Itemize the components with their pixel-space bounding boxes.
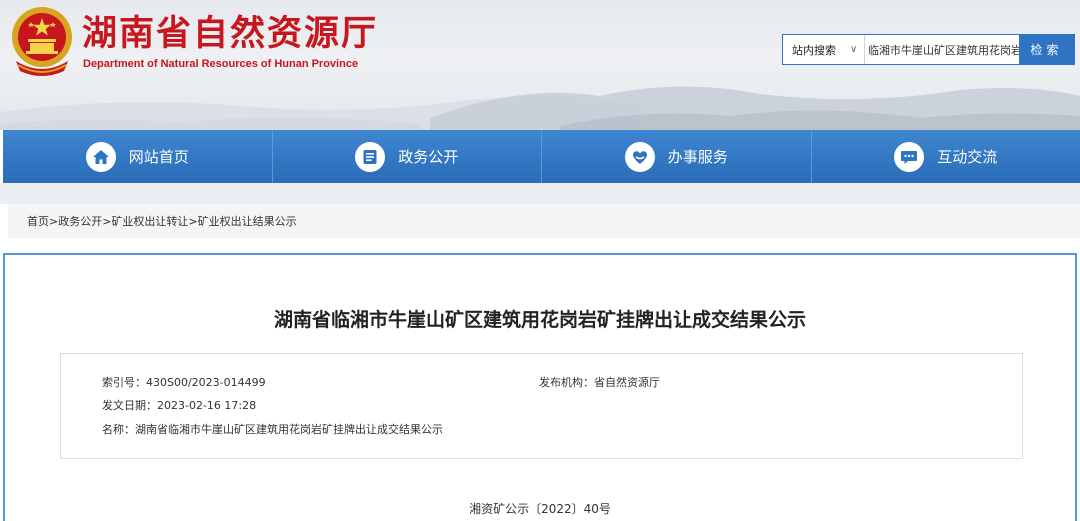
nav-item-label: 办事服务 xyxy=(667,148,728,166)
meta-name-label: 名称： xyxy=(102,423,135,436)
breadcrumb-separator: > xyxy=(102,214,112,228)
nav-item-label: 政务公开 xyxy=(398,148,459,166)
breadcrumb-separator: > xyxy=(188,214,198,228)
breadcrumb: 首页 > 政务公开 > 矿业权出让转让 > 矿业权出让结果公示 xyxy=(8,204,1080,238)
nav-item-label: 互动交流 xyxy=(937,148,998,166)
meta-date: 发文日期：2023-02-16 17:28 xyxy=(102,397,256,413)
home-icon xyxy=(85,141,116,172)
search-scope-select[interactable]: 站内搜索 ∨ xyxy=(783,35,865,64)
search-box: 站内搜索 ∨ 检索 xyxy=(782,34,1075,65)
site-header: 湖南省自然资源厅 Department of Natural Resources… xyxy=(0,0,1080,130)
breadcrumb-item-transfer-results[interactable]: 矿业权出让结果公示 xyxy=(198,213,297,229)
breadcrumb-item-government-affairs[interactable]: 政务公开 xyxy=(58,213,102,229)
nav-item-services[interactable]: 办事服务 xyxy=(542,130,812,183)
meta-index-label: 索引号： xyxy=(102,376,146,389)
meta-date-value: 2023-02-16 17:28 xyxy=(157,399,257,412)
meta-publisher: 发布机构：省自然资源厅 xyxy=(539,374,660,390)
document-icon xyxy=(355,141,386,172)
nav-shadow-band xyxy=(0,183,1080,204)
nav-item-label: 网站首页 xyxy=(128,148,189,166)
search-scope-label: 站内搜索 xyxy=(792,43,836,57)
article-container: 湖南省临湘市牛崖山矿区建筑用花岗岩矿挂牌出让成交结果公示 索引号：430S00/… xyxy=(3,253,1077,521)
article-title: 湖南省临湘市牛崖山矿区建筑用花岗岩矿挂牌出让成交结果公示 xyxy=(273,309,806,331)
meta-date-label: 发文日期： xyxy=(102,399,157,412)
meta-name: 名称：湖南省临湘市牛崖山矿区建筑用花岗岩矿挂牌出让成交结果公示 xyxy=(102,421,443,437)
breadcrumb-item-home[interactable]: 首页 xyxy=(27,213,49,229)
nav-item-interaction[interactable]: 互动交流 xyxy=(812,130,1080,183)
search-button[interactable]: 检索 xyxy=(1019,35,1074,64)
service-icon xyxy=(624,141,655,172)
breadcrumb-item-mining-rights-transfer[interactable]: 矿业权出让转让 xyxy=(111,213,188,229)
meta-publisher-value: 省自然资源厅 xyxy=(594,376,660,389)
chat-icon xyxy=(894,141,925,172)
breadcrumb-separator: > xyxy=(49,214,59,228)
main-nav: 网站首页 政务公开 办事服务 互动交流 xyxy=(3,130,1080,183)
site-title: 湖南省自然资源厅 xyxy=(82,14,379,54)
meta-name-value: 湖南省临湘市牛崖山矿区建筑用花岗岩矿挂牌出让成交结果公示 xyxy=(135,423,443,436)
search-input[interactable] xyxy=(865,35,1019,64)
meta-index: 索引号：430S00/2023-014499 xyxy=(102,374,266,390)
article-meta-box: 索引号：430S00/2023-014499 发布机构：省自然资源厅 发文日期：… xyxy=(60,353,1023,459)
nav-item-government-affairs[interactable]: 政务公开 xyxy=(273,130,542,183)
meta-publisher-label: 发布机构： xyxy=(539,376,594,389)
site-subtitle: Department of Natural Resources of Hunan… xyxy=(83,58,359,70)
nav-item-home[interactable]: 网站首页 xyxy=(3,130,273,183)
chevron-down-icon: ∨ xyxy=(850,44,858,55)
meta-index-value: 430S00/2023-014499 xyxy=(146,376,266,389)
national-emblem-icon xyxy=(12,7,72,76)
document-number: 湘资矿公示〔2022〕40号 xyxy=(469,502,611,516)
